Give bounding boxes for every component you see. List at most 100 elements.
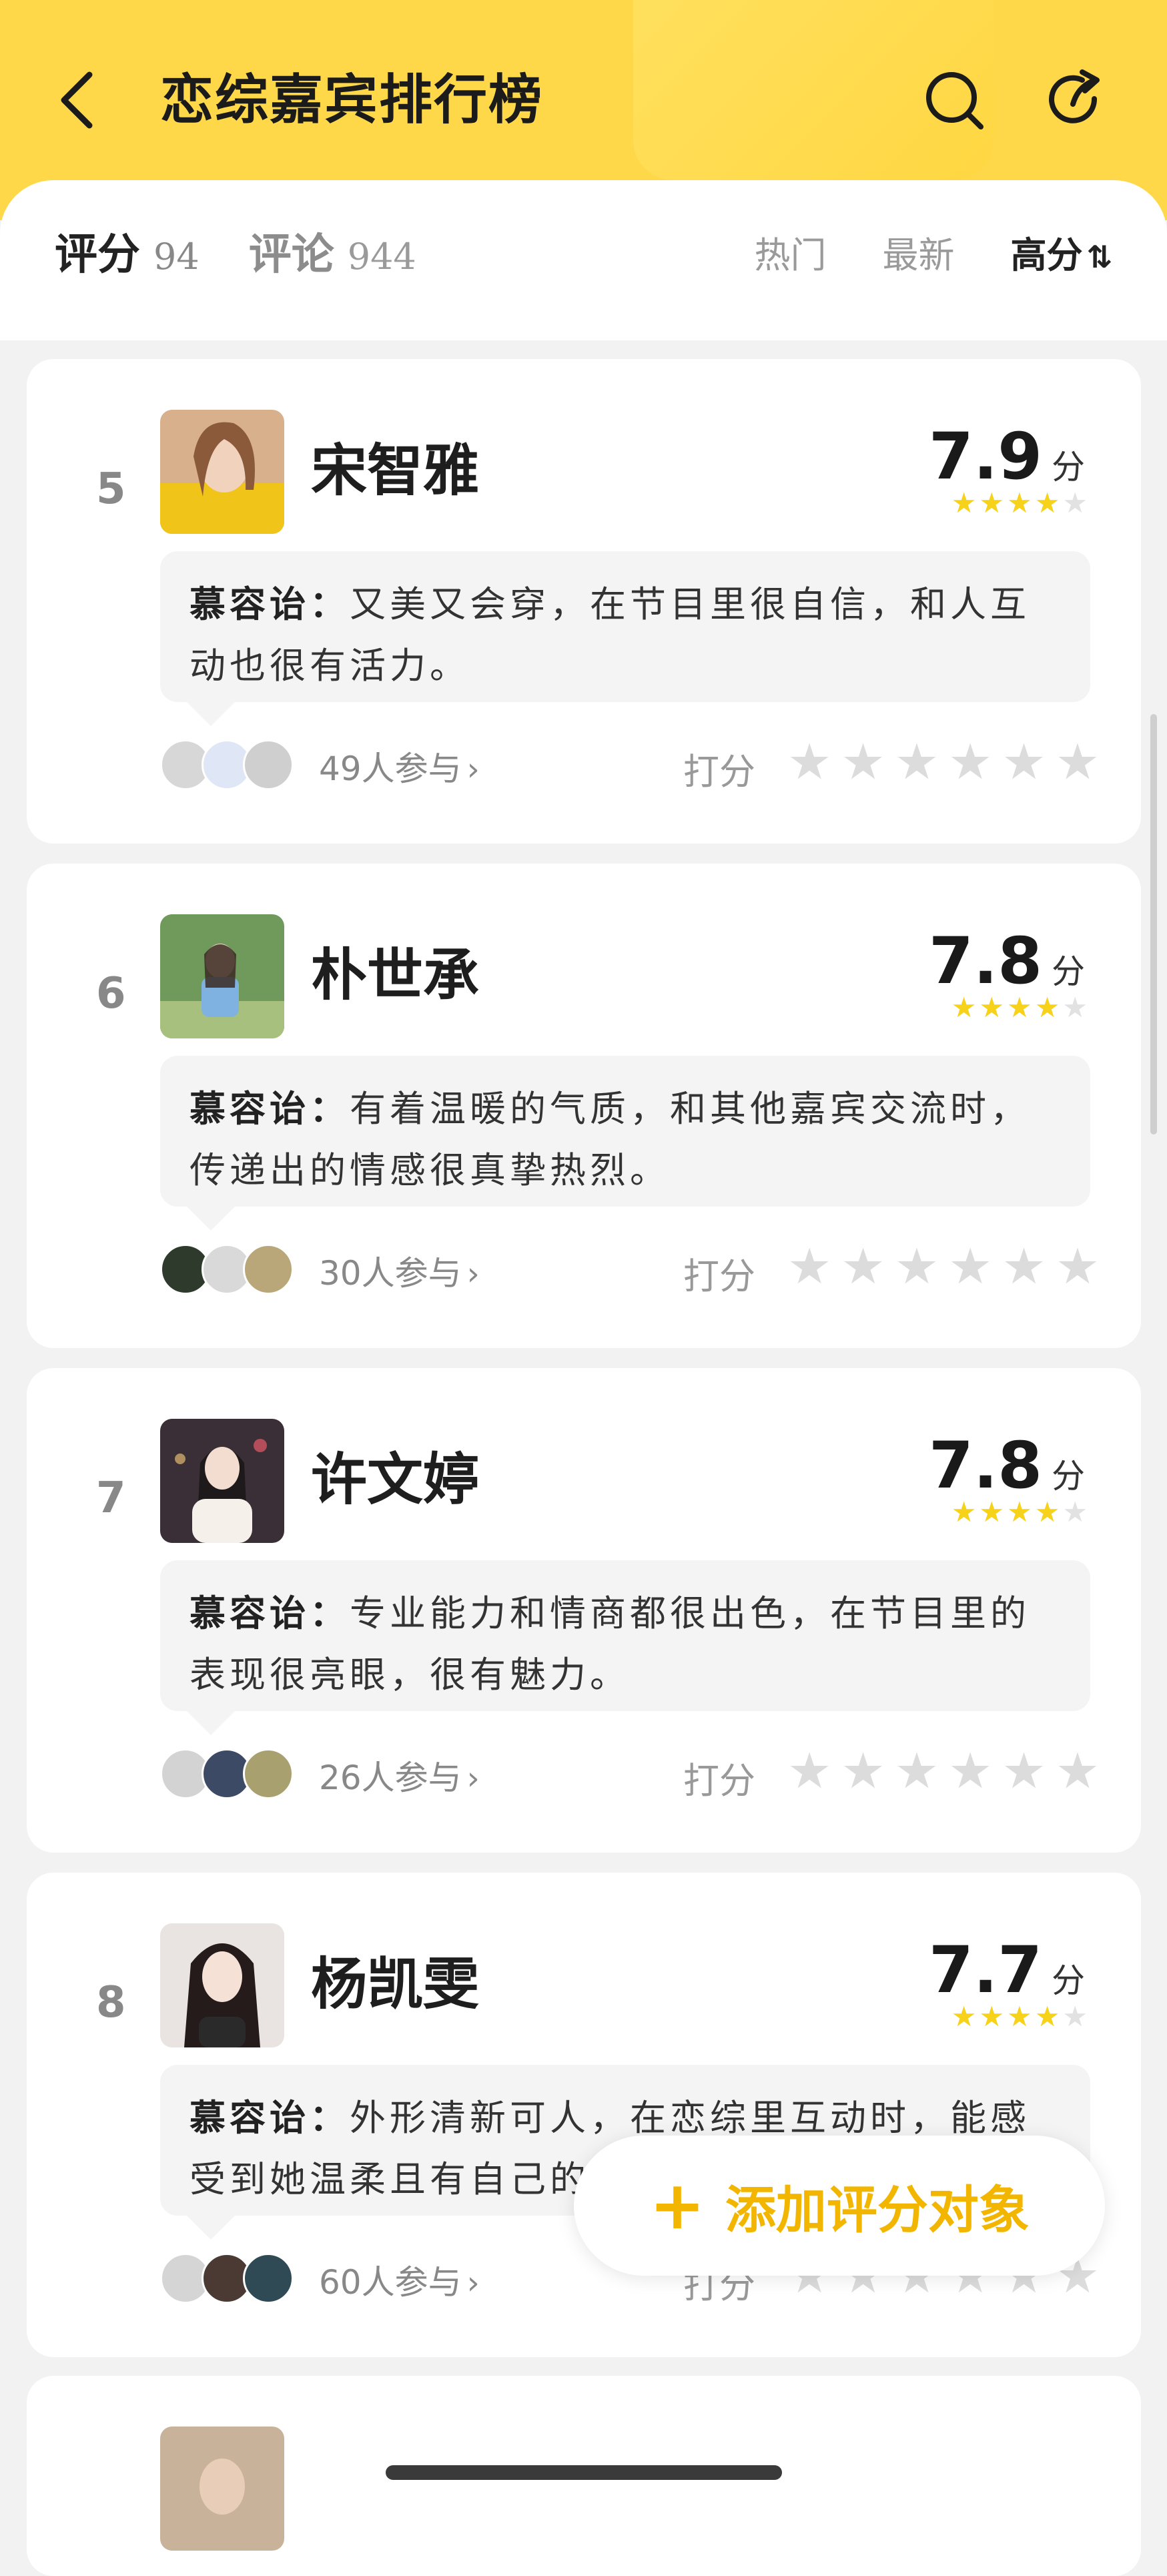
comment-bubble[interactable]: 慕容诒：专业能力和情商都很出色，在节目里的表现很亮眼，很有魅力。 xyxy=(160,1560,1090,1735)
chevron-left-icon xyxy=(61,71,93,129)
home-indicator[interactable] xyxy=(386,2465,782,2480)
star-filled-icon: ★ xyxy=(951,991,977,1024)
star-rating: ★ ★ ★ ★ ★ xyxy=(951,2003,1088,2031)
star-empty-icon: ★ xyxy=(1062,487,1088,519)
rate-star-icon[interactable]: ★ xyxy=(1056,1744,1100,1798)
participants-link[interactable]: 49人参与 › xyxy=(319,742,480,790)
avatar[interactable] xyxy=(160,914,284,1038)
ranking-card[interactable]: 8 杨凯雯 7.7 分 ★ ★ ★ ★ ★ 慕容诒：外形清新可人，在恋综里互动时… xyxy=(27,1873,1141,2357)
chevron-right-icon: › xyxy=(466,751,480,788)
participants-count: 30人参与 xyxy=(319,1254,462,1293)
participant-avatars xyxy=(160,739,294,790)
rate-star-icon[interactable]: ★ xyxy=(841,735,885,789)
star-rating: ★ ★ ★ ★ ★ xyxy=(951,994,1088,1022)
score-value: 7.9 xyxy=(928,419,1042,494)
comment-bubble[interactable]: 慕容诒：又美又会穿，在节目里很自信，和人互动也很有活力。 xyxy=(160,551,1090,726)
card-footer: 30人参与 › 打分 ★ ★ ★ ★ ★ ★ xyxy=(160,1237,1112,1297)
star-filled-icon: ★ xyxy=(951,2000,977,2033)
card-footer: 26人参与 › 打分 ★ ★ ★ ★ ★ ★ xyxy=(160,1742,1112,1802)
guest-name: 杨凯雯 xyxy=(311,1951,480,2017)
scrollbar[interactable] xyxy=(1150,714,1157,1135)
rate-star-icon[interactable]: ★ xyxy=(1002,1744,1046,1798)
rate-star-icon[interactable]: ★ xyxy=(895,1240,939,1293)
score-unit: 分 xyxy=(1052,1457,1085,1496)
rate-stars[interactable]: ★ ★ ★ ★ ★ ★ xyxy=(787,1240,1100,1293)
participants-link[interactable]: 60人参与 › xyxy=(319,2256,480,2304)
rate-star-icon[interactable]: ★ xyxy=(841,1744,885,1798)
star-empty-icon: ★ xyxy=(1062,2000,1088,2033)
avatar-image xyxy=(160,1923,284,2047)
ranking-card[interactable]: 6 朴世承 7.8 分 ★ ★ ★ ★ ★ 慕容诒：有着温暖的气质，和其他嘉宾交… xyxy=(27,864,1141,1348)
avatar[interactable] xyxy=(160,1923,284,2047)
tab-comments[interactable]: 评论 944 xyxy=(249,220,416,282)
participant-avatars xyxy=(160,2253,294,2304)
participants-link[interactable]: 26人参与 › xyxy=(319,1751,480,1799)
add-button-label: 添加评分对象 xyxy=(725,2180,1030,2240)
rate-star-icon[interactable]: ★ xyxy=(841,1240,885,1293)
sort-hot[interactable]: 热门 xyxy=(754,226,826,278)
guest-name: 宋智雅 xyxy=(311,438,480,503)
sort-latest[interactable]: 最新 xyxy=(882,226,954,278)
rate-star-icon[interactable]: ★ xyxy=(895,1744,939,1798)
tab-ratings[interactable]: 评分 94 xyxy=(55,220,200,282)
rank-number: 7 xyxy=(96,1474,126,1523)
rate-star-icon[interactable]: ★ xyxy=(948,735,992,789)
back-button[interactable] xyxy=(55,67,97,133)
participant-avatar xyxy=(243,739,294,790)
score-unit: 分 xyxy=(1052,448,1085,487)
comment-colon: ： xyxy=(310,1088,350,1130)
comment-author: 慕容诒 xyxy=(189,1592,310,1634)
chevron-right-icon: › xyxy=(466,2264,480,2302)
star-empty-icon: ★ xyxy=(1062,1496,1088,1528)
page-title: 恋综嘉宾排行榜 xyxy=(160,69,543,131)
star-filled-icon: ★ xyxy=(1007,991,1032,1024)
rank-number: 6 xyxy=(96,969,126,1018)
rank-number: 8 xyxy=(96,1978,126,2027)
rate-star-icon[interactable]: ★ xyxy=(948,1240,992,1293)
sort-high-score[interactable]: 高分 ⇅ xyxy=(1010,226,1112,278)
ranking-card[interactable]: 7 许文婷 7.8 分 ★ ★ ★ ★ ★ 慕容诒：专业能力和情商都很出色，在节… xyxy=(27,1368,1141,1853)
comment-colon: ： xyxy=(310,1592,350,1634)
rate-star-icon[interactable]: ★ xyxy=(895,735,939,789)
rate-star-icon[interactable]: ★ xyxy=(1002,1240,1046,1293)
star-rating: ★ ★ ★ ★ ★ xyxy=(951,489,1088,517)
participant-avatars xyxy=(160,1244,294,1295)
star-filled-icon: ★ xyxy=(1007,487,1032,519)
comment-author: 慕容诒 xyxy=(189,583,310,625)
score-unit: 分 xyxy=(1052,952,1085,991)
sort-label: 高分 xyxy=(1010,234,1083,276)
score: 7.7 分 xyxy=(929,1933,1085,2007)
rate-star-icon[interactable]: ★ xyxy=(787,1240,831,1293)
sort-options: 热门 最新 高分 ⇅ xyxy=(754,226,1112,278)
rate-stars[interactable]: ★ ★ ★ ★ ★ ★ xyxy=(787,1744,1100,1798)
rate-star-icon[interactable]: ★ xyxy=(948,1744,992,1798)
card-footer: 49人参与 › 打分 ★ ★ ★ ★ ★ ★ xyxy=(160,733,1112,793)
rate-star-icon[interactable]: ★ xyxy=(787,735,831,789)
rate-star-icon[interactable]: ★ xyxy=(787,1744,831,1798)
chevron-right-icon: › xyxy=(466,1255,480,1293)
tab-label: 评论 xyxy=(248,230,334,280)
participant-avatar xyxy=(243,1244,294,1295)
participants-link[interactable]: 30人参与 › xyxy=(319,1247,480,1295)
rate-star-icon[interactable]: ★ xyxy=(1056,1240,1100,1293)
rate-stars[interactable]: ★ ★ ★ ★ ★ ★ xyxy=(787,735,1100,789)
share-button[interactable] xyxy=(1042,67,1109,133)
rank-number: 5 xyxy=(96,464,126,514)
tab-label: 评分 xyxy=(55,230,140,280)
comment-bubble[interactable]: 慕容诒：有着温暖的气质，和其他嘉宾交流时，传递出的情感很真挚热烈。 xyxy=(160,1056,1090,1231)
chevron-right-icon: › xyxy=(466,1760,480,1797)
star-filled-icon: ★ xyxy=(951,1496,977,1528)
star-rating: ★ ★ ★ ★ ★ xyxy=(951,1498,1088,1526)
rate-star-icon[interactable]: ★ xyxy=(1056,735,1100,789)
avatar[interactable] xyxy=(160,2427,284,2551)
participants-count: 60人参与 xyxy=(319,2263,462,2302)
ranking-card[interactable]: 5 宋智雅 7.9 分 ★ ★ ★ ★ ★ 慕容诒：又美又会穿，在节目里很自信，… xyxy=(27,359,1141,844)
rate-label: 打分 xyxy=(683,1760,755,1802)
rate-star-icon[interactable]: ★ xyxy=(1002,735,1046,789)
add-rating-target-button[interactable]: + 添加评分对象 xyxy=(574,2136,1105,2276)
star-filled-icon: ★ xyxy=(979,991,1005,1024)
search-button[interactable] xyxy=(921,67,988,133)
avatar[interactable] xyxy=(160,1419,284,1543)
avatar[interactable] xyxy=(160,410,284,534)
star-filled-icon: ★ xyxy=(979,2000,1005,2033)
